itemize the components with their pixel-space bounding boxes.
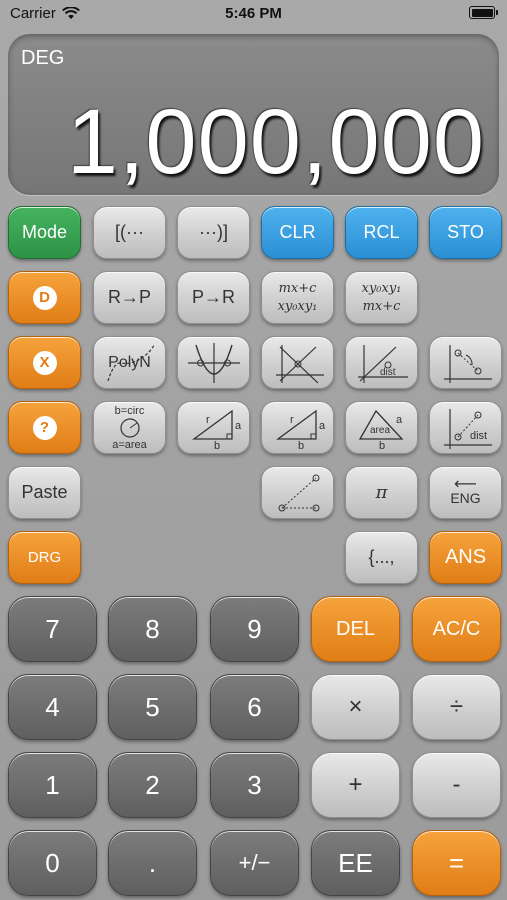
drg-button[interactable]: DRG — [8, 531, 81, 584]
close-bracket-button[interactable]: ···)] — [177, 206, 250, 259]
tri3-b-label: b — [379, 440, 385, 451]
points-to-line-equation-button[interactable]: xy₀xy₁ mx+c — [345, 271, 418, 324]
eng-button[interactable]: ⟵ ENG — [429, 466, 502, 519]
line-points-top-label: xy₀xy₁ — [361, 280, 402, 296]
x-function-button[interactable]: X — [8, 336, 81, 389]
line-intersection-button[interactable] — [261, 336, 334, 389]
circle-area-label: a=area — [112, 438, 147, 451]
key-2[interactable]: 2 — [108, 752, 197, 818]
tri1-r-label: r — [206, 414, 210, 426]
triangle-area-button[interactable]: area a b — [345, 401, 418, 454]
dist-label: dist — [380, 367, 396, 378]
divide-button[interactable]: ÷ — [412, 674, 501, 740]
negate-button[interactable]: +/− — [210, 830, 299, 896]
paste-button[interactable]: Paste — [8, 466, 81, 519]
tri2-r-label: r — [290, 414, 294, 426]
tri1-b-label: b — [214, 440, 220, 451]
exponent-button[interactable]: EE — [311, 830, 400, 896]
eng-label: ENG — [450, 489, 481, 506]
multiply-button[interactable]: × — [311, 674, 400, 740]
key-9[interactable]: 9 — [210, 596, 299, 662]
triangle-area-icon: area a b — [358, 409, 403, 451]
polyn-label: PolyN — [108, 353, 151, 371]
subtract-button[interactable]: - — [412, 752, 501, 818]
key-5[interactable]: 5 — [108, 674, 197, 740]
polynomial-solver-button[interactable]: PolyN — [93, 336, 166, 389]
tri2-a-label: a — [319, 420, 326, 432]
arrow-left-icon: ⟵ — [454, 475, 477, 493]
point-projection-button[interactable] — [261, 466, 334, 519]
tri2-b-label: b — [298, 440, 304, 451]
pi-button[interactable]: π — [345, 466, 418, 519]
polar-to-rect-button[interactable]: P→R — [177, 271, 250, 324]
parabola-button[interactable] — [177, 336, 250, 389]
point-angle-button[interactable] — [429, 336, 502, 389]
point-distance-button[interactable]: dist — [429, 401, 502, 454]
tri3-a-label: a — [396, 414, 403, 426]
open-bracket-button[interactable]: [(··· — [93, 206, 166, 259]
mode-button[interactable]: Mode — [8, 206, 81, 259]
d-function-button[interactable]: D — [8, 271, 81, 324]
all-clear-button[interactable]: AC/C — [412, 596, 501, 662]
x-icon: X — [32, 350, 57, 375]
delete-button[interactable]: DEL — [311, 596, 400, 662]
dist2-label: dist — [470, 430, 487, 442]
status-time: 5:46 PM — [225, 5, 282, 22]
display-value: 1,000,000 — [66, 91, 485, 193]
tri1-a-label: a — [235, 420, 242, 432]
point-distance-icon: dist — [443, 408, 492, 449]
circle-icon — [119, 417, 140, 438]
question-icon: ? — [32, 415, 57, 440]
intersection-icon — [275, 344, 324, 383]
list-button[interactable]: {..., — [345, 531, 418, 584]
line-points-bottom-label: mx+c — [362, 298, 401, 314]
key-0[interactable]: 0 — [8, 830, 97, 896]
clear-memory-button[interactable]: CLR — [261, 206, 334, 259]
add-button[interactable]: + — [311, 752, 400, 818]
point-line-distance-button[interactable]: dist — [345, 336, 418, 389]
point-projection-icon — [278, 474, 319, 511]
circle-circumference-label: b=circ — [114, 404, 145, 417]
pi-label: π — [375, 482, 388, 503]
key-3[interactable]: 3 — [210, 752, 299, 818]
point-line-distance-icon: dist — [357, 344, 408, 383]
right-triangle-icon: b a r — [191, 409, 242, 451]
ans-button[interactable]: ANS — [429, 531, 502, 584]
key-8[interactable]: 8 — [108, 596, 197, 662]
line-fit-bottom-label: xy₀xy₁ — [277, 298, 318, 314]
store-button[interactable]: STO — [429, 206, 502, 259]
line-equation-to-points-button[interactable]: mx+c xy₀xy₁ — [261, 271, 334, 324]
equals-button[interactable]: = — [412, 830, 501, 896]
circle-calculator-button[interactable]: b=circ a=area — [93, 401, 166, 454]
line-fit-top-label: mx+c — [278, 280, 317, 296]
battery-icon — [469, 6, 498, 19]
key-6[interactable]: 6 — [210, 674, 299, 740]
right-triangle-angle-icon: b a r — [275, 409, 326, 451]
key-1[interactable]: 1 — [8, 752, 97, 818]
rect-to-polar-button[interactable]: R→P — [93, 271, 166, 324]
decimal-button[interactable]: . — [108, 830, 197, 896]
key-4[interactable]: 4 — [8, 674, 97, 740]
parabola-icon — [187, 342, 240, 383]
status-bar: Carrier 5:46 PM — [0, 0, 507, 30]
calculator-display: DEG 1,000,000 — [8, 34, 499, 195]
right-triangle-button[interactable]: b a r — [177, 401, 250, 454]
right-triangle-angle-button[interactable]: b a r — [261, 401, 334, 454]
help-button[interactable]: ? — [8, 401, 81, 454]
d-icon: D — [32, 285, 57, 310]
recall-button[interactable]: RCL — [345, 206, 418, 259]
tri3-area-label: area — [370, 425, 390, 436]
point-angle-icon — [443, 344, 492, 383]
angle-mode-indicator: DEG — [21, 47, 65, 69]
key-7[interactable]: 7 — [8, 596, 97, 662]
